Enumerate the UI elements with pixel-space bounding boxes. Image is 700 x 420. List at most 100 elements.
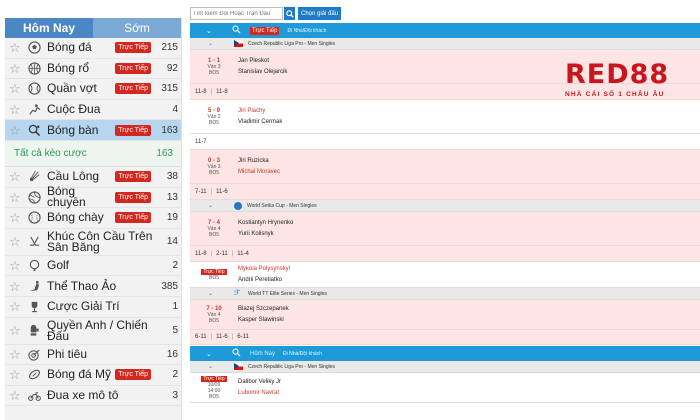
sidebar-item-volleyball[interactable]: ☆ Bóng chuyền Trực Tiếp 13	[5, 185, 181, 208]
red88-logo: RED88 NHÀ CÁI SỐ 1 CHÂU ÂU	[565, 60, 677, 104]
sidebar-item-baseball[interactable]: ☆ Bóng chày Trực Tiếp 19	[5, 208, 181, 229]
sidebar-item-label: Quần vợt	[47, 81, 97, 96]
match-format: BO5	[208, 169, 219, 176]
brand-tagline: NHÀ CÁI SỐ 1 CHÂU ÂU	[565, 91, 665, 98]
motorbike-icon	[27, 389, 41, 403]
match-row[interactable]: Trực Tiếp BO5 Mykola Polysynskyi Andrii …	[190, 262, 700, 288]
baseball-icon	[27, 211, 41, 225]
star-icon[interactable]: ☆	[9, 103, 23, 116]
sidebar-item-label: Golf	[47, 258, 70, 273]
match-teams: Blazej Szczepanek Kasper Slawinski	[238, 300, 700, 329]
sidebar-item-golf[interactable]: ☆ Golf 2	[5, 256, 181, 277]
table-tennis-icon	[27, 123, 41, 137]
sidebar-item-badminton[interactable]: ☆ Cầu Lông Trực Tiếp 38	[5, 167, 181, 188]
live-badge: Trực Tiếp	[115, 191, 151, 203]
tab-early[interactable]: Sớm	[93, 18, 181, 38]
chevron-down-icon[interactable]: ⌄	[208, 202, 222, 209]
today-section-header[interactable]: ⌄ Hôm Nay Đi Nhà/Đội khách	[190, 346, 700, 361]
star-icon[interactable]: ☆	[9, 300, 23, 313]
star-icon[interactable]: ☆	[9, 348, 23, 361]
match-row[interactable]: 7 - 10 Ván 4 BO5 Blazej Szczepanek Kaspe…	[190, 300, 700, 330]
match-row[interactable]: 0 - 3 Ván 3 BO5 Jiri Ruzicka Michal Mora…	[190, 150, 700, 184]
away-team: Lubomir Navrat	[238, 389, 280, 396]
search-input[interactable]	[190, 7, 283, 20]
basketball-icon	[27, 61, 41, 75]
sidebar-item-racing[interactable]: ☆ Cuộc Đua 4	[5, 100, 181, 121]
sidebar-item-tennis[interactable]: ☆ Quần vợt Trực Tiếp 315	[5, 79, 181, 100]
sidebar-item-boxing[interactable]: ☆ Quyền Anh / Chiến Đấu 5	[5, 318, 181, 345]
chevron-down-icon[interactable]: ⌄	[206, 350, 220, 358]
league-header-czech[interactable]: ⌄ Czech Republic Liga Pro - Men Singles	[190, 38, 700, 50]
chevron-down-icon[interactable]: ⌄	[208, 290, 222, 297]
sidebar-item-basketball[interactable]: ☆ Bóng rổ Trực Tiếp 92	[5, 59, 181, 80]
event-count: 163	[161, 124, 178, 136]
table-tennis-icon	[232, 25, 244, 36]
sidebar-item-ice-hockey[interactable]: ☆ Khúc Côn Cầu Trên Sân Băng 14	[5, 229, 181, 256]
golf-icon	[27, 259, 41, 273]
star-icon[interactable]: ☆	[9, 389, 23, 402]
sidebar-item-label: Cuộc Đua	[47, 102, 101, 117]
match-format: BO5	[208, 119, 219, 126]
racing-icon	[27, 103, 41, 117]
boxing-icon	[27, 324, 41, 338]
event-count: 19	[166, 212, 178, 224]
sidebar-item-virtual-sports[interactable]: ☆ Thể Thao Ảo 385	[5, 276, 181, 297]
star-icon[interactable]: ☆	[9, 211, 23, 224]
search-button[interactable]	[284, 7, 295, 20]
chevron-down-icon[interactable]: ⌄	[206, 27, 220, 35]
league-header-setka[interactable]: ⌄ World Setka Cup - Men Singles	[190, 200, 700, 212]
sidebar-item-entertainment[interactable]: ☆ Cược Giải Trí 1	[5, 297, 181, 318]
chevron-down-icon[interactable]: ⌄	[208, 363, 222, 370]
live-section-header[interactable]: ⌄ Trực Tiếp Đi Nhà/Đội khách	[190, 23, 700, 38]
sidebar-item-american-football[interactable]: ☆ Bóng đá Mỹ Trực Tiếp 2	[5, 365, 181, 386]
live-badge: Trực Tiếp	[115, 212, 151, 224]
wtt-logo-icon: ℱ	[234, 290, 240, 297]
home-team: Mykola Polysynskyi	[238, 265, 291, 272]
all-bets-link[interactable]: Tất cả kèo cược 163	[5, 140, 181, 167]
match-status: 7 - 10 Ván 4 BO5	[190, 300, 238, 329]
star-icon[interactable]: ☆	[9, 170, 23, 183]
czech-flag-icon	[234, 40, 243, 47]
chevron-down-icon[interactable]: ⌄	[208, 40, 222, 47]
home-team: Blazej Szczepanek	[238, 305, 289, 312]
sidebar-item-table-tennis[interactable]: ☆ Bóng bàn Trực Tiếp 163	[5, 120, 181, 141]
event-count: 92	[166, 62, 178, 74]
match-row[interactable]: 5 - 9 Ván 2 BO5 Jiri Plachy Vladimir Cer…	[190, 100, 700, 134]
sidebar-item-darts[interactable]: ☆ Phi tiêu 16	[5, 345, 181, 366]
match-teams: Kostiantyn Hrynenko Yurii Kolisnyk	[238, 212, 700, 245]
tab-today[interactable]: Hôm Nay	[5, 18, 93, 38]
star-icon[interactable]: ☆	[9, 41, 23, 54]
star-icon[interactable]: ☆	[9, 124, 23, 137]
league-header-czech-today[interactable]: ⌄ Czech Republic Liga Pro - Men Singles	[190, 361, 700, 373]
match-teams: Jiri Plachy Vladimir Cermak	[238, 100, 700, 133]
globe-icon	[234, 201, 242, 210]
star-icon[interactable]: ☆	[9, 324, 23, 337]
away-team: Michal Moravec	[238, 168, 281, 175]
star-icon[interactable]: ☆	[9, 82, 23, 95]
set-score: 11-8	[195, 88, 207, 95]
choose-league-button[interactable]: Chọn giải đấu	[298, 7, 342, 20]
star-icon[interactable]: ☆	[9, 368, 23, 381]
sports-sidebar: Hôm Nay Sớm ☆ Bóng đá Trực Tiếp 215 ☆ Bó…	[5, 18, 182, 420]
set-score: 7-11	[195, 188, 207, 195]
star-icon[interactable]: ☆	[9, 280, 23, 293]
sidebar-item-motorbike[interactable]: ☆ Đua xe mô tô 3	[5, 386, 181, 407]
match-row[interactable]: Trực Tiếp 10/09 14:00 BO5 Dalibor Veliky…	[190, 373, 700, 403]
brand-name: RED88	[565, 59, 670, 90]
sidebar-item-label: Bóng bàn	[47, 122, 99, 137]
star-icon[interactable]: ☆	[9, 235, 23, 248]
league-name: World TT Elite Series - Men Singles	[248, 290, 327, 297]
league-name: Czech Republic Liga Pro - Men Singles	[248, 363, 335, 370]
star-icon[interactable]: ☆	[9, 62, 23, 75]
star-icon[interactable]: ☆	[9, 191, 23, 204]
set-score: 6-11	[237, 334, 249, 340]
event-count: 16	[166, 348, 178, 360]
virtual-sports-icon	[27, 279, 41, 293]
match-row[interactable]: 7 - 4 Ván 4 BO5 Kostiantyn Hrynenko Yuri…	[190, 212, 700, 246]
star-icon[interactable]: ☆	[9, 259, 23, 272]
live-badge: Trực Tiếp	[115, 369, 151, 381]
home-team: Kostiantyn Hrynenko	[238, 219, 294, 226]
league-header-wtt[interactable]: ⌄ ℱ World TT Elite Series - Men Singles	[190, 288, 700, 300]
sidebar-item-soccer[interactable]: ☆ Bóng đá Trực Tiếp 215	[5, 38, 181, 59]
tennis-ball-icon	[27, 82, 41, 96]
